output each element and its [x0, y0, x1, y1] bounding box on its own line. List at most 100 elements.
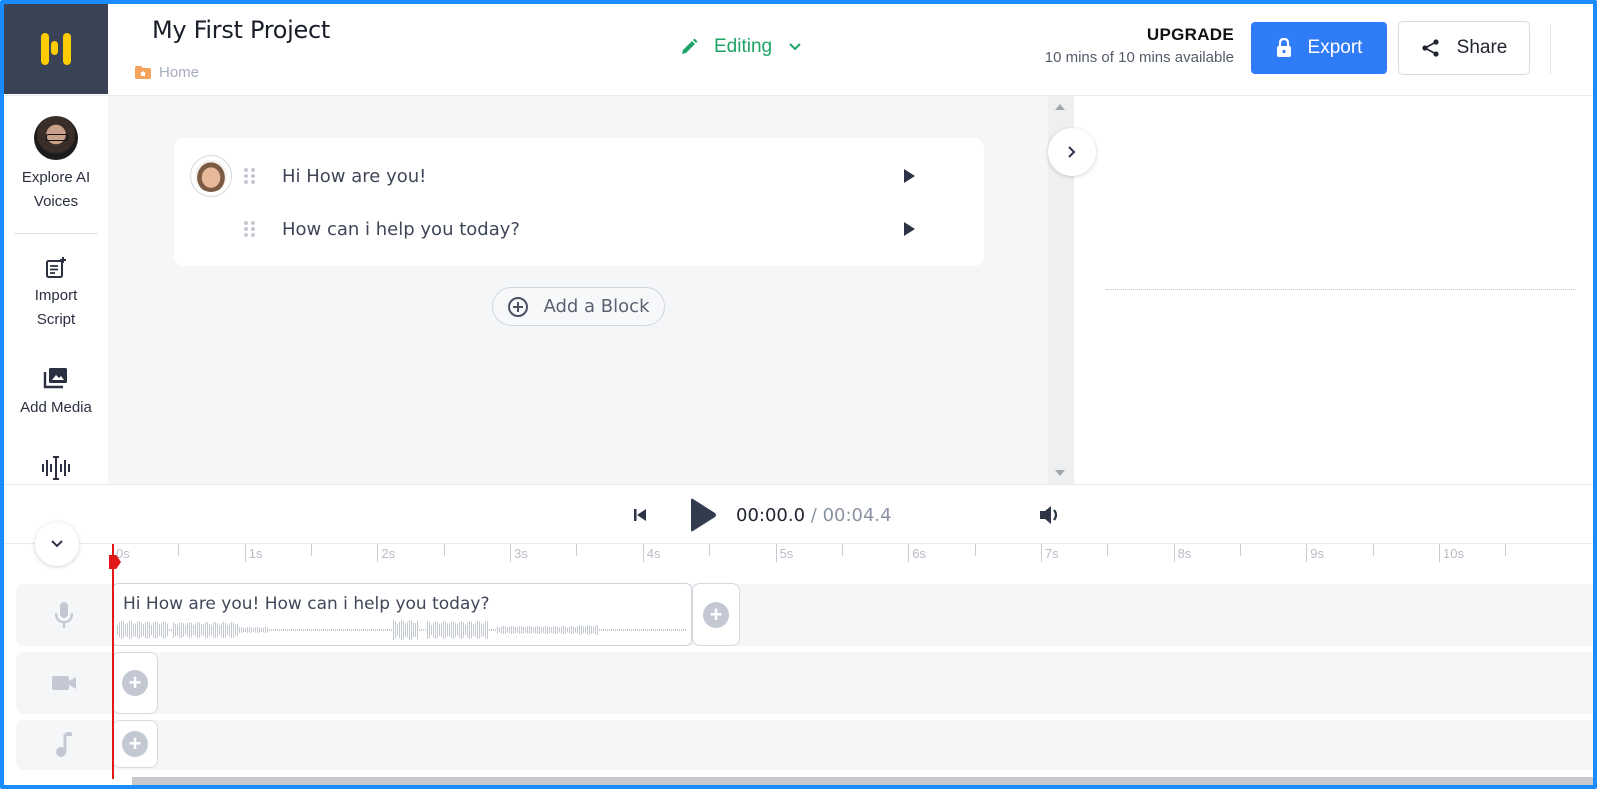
- waveform-bar: [491, 629, 492, 631]
- breadcrumb[interactable]: Home: [135, 64, 199, 81]
- waveform-bar: [663, 629, 664, 631]
- waveform: [117, 620, 686, 640]
- voice-clip[interactable]: Hi How are you! How can i help you today…: [112, 583, 692, 646]
- waveform-bar: [259, 627, 260, 633]
- waveform-bar: [667, 629, 668, 631]
- mode-label: Editing: [714, 36, 773, 57]
- waveform-bar: [423, 629, 424, 631]
- add-block-button[interactable]: Add a Block: [492, 287, 665, 326]
- play-block-icon[interactable]: [904, 169, 915, 183]
- waveform-bar: [303, 629, 304, 631]
- waveform-bar: [125, 624, 126, 636]
- waveform-bar: [557, 626, 558, 634]
- project-title[interactable]: My First Project: [152, 16, 330, 44]
- waveform-bar: [567, 627, 568, 633]
- drag-handle-icon[interactable]: [244, 221, 255, 237]
- add-music-button[interactable]: +: [112, 720, 158, 768]
- waveform-bar: [517, 627, 518, 633]
- upgrade-info: UPGRADE 10 mins of 10 mins available: [1045, 25, 1234, 66]
- pencil-icon: [682, 38, 698, 54]
- waveform-bar: [563, 626, 564, 634]
- waveform-bar: [449, 623, 450, 637]
- waveform-bar: [235, 624, 236, 636]
- chevron-right-icon: [1068, 146, 1076, 158]
- timeline-ruler[interactable]: 0s 1s 2s 3s 4s 5s 6s 7s 8s 9s 10s: [112, 544, 1593, 574]
- waveform-bar: [623, 629, 624, 631]
- music-track: [16, 720, 1593, 770]
- ruler-major-tick: [775, 544, 777, 562]
- ruler-minor-tick: [576, 544, 578, 556]
- timeline-horizontal-scrollbar[interactable]: [132, 777, 1593, 785]
- lock-icon: [1276, 38, 1291, 57]
- play-icon[interactable]: [688, 498, 718, 532]
- video-track: [16, 652, 1593, 714]
- ruler-major-tick: [244, 544, 246, 562]
- waveform-bar: [139, 621, 140, 639]
- waveform-bar: [537, 626, 538, 634]
- waveform-bar: [505, 626, 506, 634]
- add-video-button[interactable]: +: [112, 652, 158, 714]
- preview-guide-line: [1106, 289, 1576, 290]
- waveform-bar: [309, 629, 310, 631]
- music-note-icon: [56, 732, 72, 757]
- preview-panel: [1074, 96, 1593, 484]
- waveform-bar: [635, 629, 636, 631]
- waveform-bar: [475, 623, 476, 637]
- waveform-bar: [561, 626, 562, 634]
- sidebar-item-import-script[interactable]: Import Script: [4, 256, 108, 332]
- sidebar-item-add-media[interactable]: Add Media: [4, 366, 108, 420]
- waveform-bar: [367, 629, 368, 631]
- scroll-up-icon[interactable]: [1055, 104, 1065, 110]
- waveform-bar: [255, 627, 256, 633]
- waveform-bar: [285, 629, 286, 631]
- waveform-bar: [611, 629, 612, 631]
- script-block[interactable]: Hi How are you!: [174, 155, 984, 197]
- toggle-preview-button[interactable]: [1048, 128, 1096, 176]
- waveform-bar: [393, 620, 394, 640]
- waveform-bar: [521, 626, 522, 634]
- collapse-timeline-button[interactable]: [35, 522, 79, 566]
- waveform-bar: [465, 624, 466, 636]
- volume-icon[interactable]: [1038, 504, 1062, 526]
- play-block-icon[interactable]: [904, 222, 915, 236]
- waveform-bar: [121, 621, 122, 639]
- block-text[interactable]: How can i help you today?: [282, 219, 520, 240]
- waveform-bar: [159, 624, 160, 636]
- speaker-avatar[interactable]: [190, 155, 232, 197]
- waveform-bar: [627, 629, 628, 631]
- block-text[interactable]: Hi How are you!: [282, 166, 426, 187]
- mode-dropdown[interactable]: Editing: [680, 36, 802, 58]
- playhead[interactable]: [112, 544, 114, 779]
- waveform-bar: [247, 627, 248, 633]
- drag-handle-icon[interactable]: [244, 168, 255, 184]
- app-logo[interactable]: [4, 4, 108, 94]
- waveform-bar: [381, 629, 382, 631]
- waveform-bar: [239, 627, 240, 633]
- waveform-bar: [629, 629, 630, 631]
- export-button[interactable]: Export: [1251, 22, 1387, 74]
- breadcrumb-home[interactable]: Home: [159, 64, 199, 81]
- waveform-bar: [519, 626, 520, 634]
- skip-to-start-icon[interactable]: [632, 507, 648, 523]
- waveform-bar: [179, 622, 180, 638]
- waveform-bar: [177, 624, 178, 636]
- waveform-bar: [143, 624, 144, 636]
- upgrade-link[interactable]: UPGRADE: [1045, 25, 1234, 45]
- sidebar-item-audio-edit[interactable]: [4, 454, 108, 482]
- waveform-bar: [117, 625, 118, 635]
- scroll-down-icon[interactable]: [1055, 470, 1065, 476]
- sidebar-item-explore-ai-voices[interactable]: Explore AI Voices: [4, 116, 108, 214]
- waveform-bar: [665, 629, 666, 631]
- waveform-bar: [659, 629, 660, 631]
- script-block[interactable]: How can i help you today?: [174, 209, 984, 249]
- total-time: 00:04.4: [822, 505, 892, 526]
- chevron-down-icon: [51, 540, 63, 548]
- waveform-bar: [657, 629, 658, 631]
- waveform-bar: [469, 621, 470, 639]
- add-voice-clip-button[interactable]: +: [692, 583, 740, 646]
- waveform-bar: [345, 629, 346, 631]
- share-button[interactable]: Share: [1398, 21, 1530, 75]
- waveform-bar: [229, 623, 230, 637]
- video-camera-icon: [52, 676, 76, 690]
- waveform-bar: [613, 629, 614, 631]
